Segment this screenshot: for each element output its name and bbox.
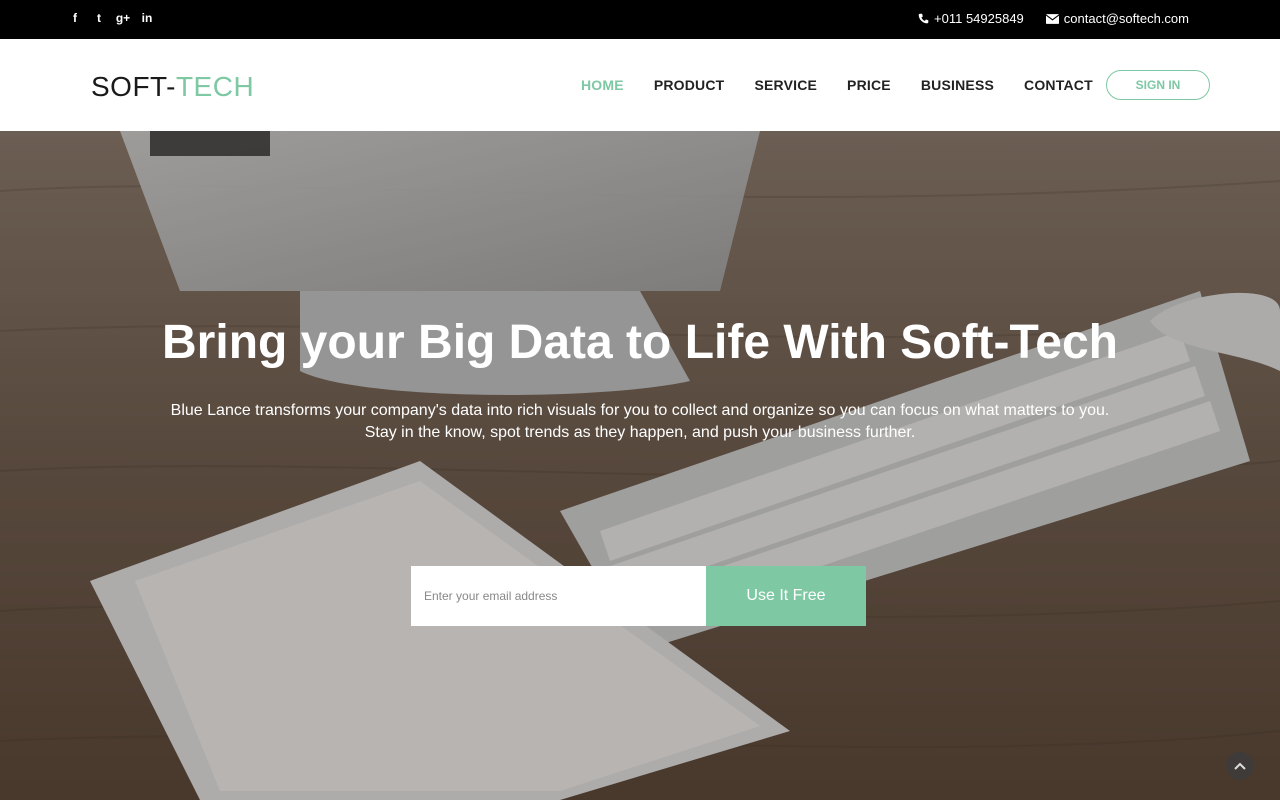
facebook-icon[interactable]: f: [68, 11, 82, 25]
hero-section: Bring your Big Data to Life With Soft-Te…: [0, 131, 1280, 800]
social-links: f t g+ in: [68, 11, 154, 25]
hero-subtitle: Blue Lance transforms your company's dat…: [170, 402, 1110, 441]
scroll-to-top-button[interactable]: [1226, 752, 1254, 780]
contact-info: +011 54925849 contact@softech.com: [918, 11, 1189, 26]
envelope-icon: [1045, 13, 1059, 24]
nav-home[interactable]: HOME: [581, 77, 624, 93]
nav-price[interactable]: PRICE: [847, 77, 891, 93]
signup-form: Use It Free: [411, 566, 866, 626]
hero-title: Bring your Big Data to Life With Soft-Te…: [162, 316, 1118, 369]
phone-number: +011 54925849: [934, 11, 1024, 26]
nav-service[interactable]: SERVICE: [754, 77, 817, 93]
chevron-up-icon: [1234, 762, 1246, 770]
logo-part-2: TECH: [175, 71, 255, 102]
hero-overlay: [0, 131, 1280, 800]
nav-business[interactable]: BUSINESS: [921, 77, 994, 93]
nav-product[interactable]: PRODUCT: [654, 77, 725, 93]
linkedin-icon[interactable]: in: [140, 11, 154, 25]
top-bar: f t g+ in +011 54925849 contact@softech.…: [0, 0, 1280, 39]
use-it-free-button[interactable]: Use It Free: [706, 566, 866, 626]
main-nav: HOME PRODUCT SERVICE PRICE BUSINESS CONT…: [581, 77, 1093, 93]
site-header: SOFT-TECH HOME PRODUCT SERVICE PRICE BUS…: [0, 39, 1280, 131]
twitter-icon[interactable]: t: [92, 11, 106, 25]
phone-icon: [918, 13, 929, 24]
phone-item: +011 54925849: [918, 11, 1024, 26]
email-address[interactable]: contact@softech.com: [1064, 11, 1189, 26]
sign-in-button[interactable]: SIGN IN: [1106, 70, 1210, 100]
email-input[interactable]: [411, 566, 706, 626]
email-item[interactable]: contact@softech.com: [1045, 11, 1189, 26]
nav-contact[interactable]: CONTACT: [1024, 77, 1093, 93]
google-plus-icon[interactable]: g+: [116, 11, 130, 25]
logo-part-1: SOFT-: [91, 71, 176, 102]
logo[interactable]: SOFT-TECH: [91, 71, 254, 103]
